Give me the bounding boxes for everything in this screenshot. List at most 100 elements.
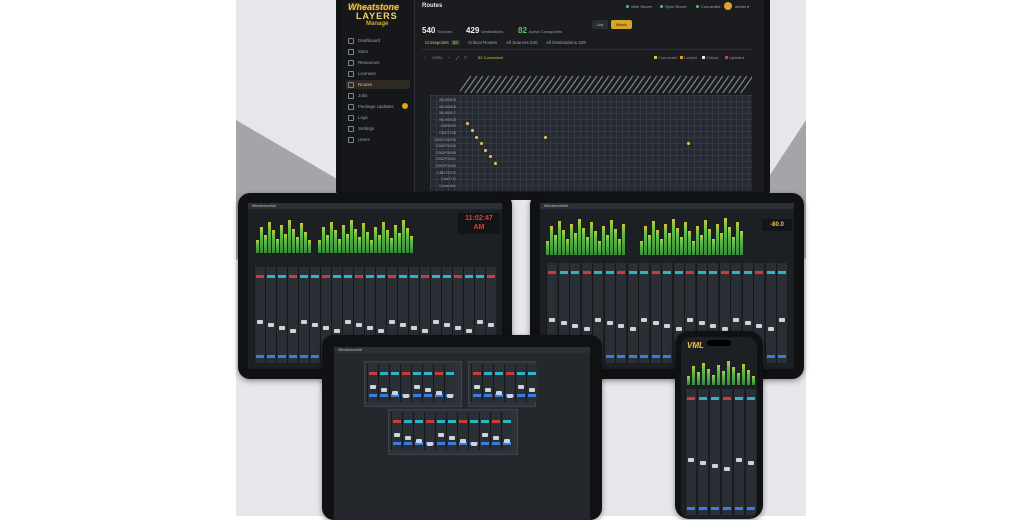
fader-knob[interactable] <box>425 387 431 392</box>
channel-button[interactable] <box>640 271 648 274</box>
channel-button[interactable] <box>481 420 489 423</box>
channel-button[interactable] <box>503 420 511 423</box>
channel-strip[interactable] <box>367 364 378 402</box>
sidebar-item-routes[interactable]: Routes <box>346 80 410 89</box>
matrix-row-label[interactable]: CBDTDTO <box>418 170 456 175</box>
channel-strip[interactable] <box>697 389 708 515</box>
channel-button[interactable] <box>495 372 503 375</box>
crosspoint-dot[interactable] <box>470 129 474 132</box>
channel-on-button[interactable] <box>687 507 695 510</box>
channel-on-button[interactable] <box>735 507 743 510</box>
channel-button[interactable] <box>355 275 363 278</box>
channel-button[interactable] <box>426 420 434 423</box>
fader-knob[interactable] <box>664 324 670 328</box>
channel-button[interactable] <box>432 275 440 278</box>
crosspoint-dot[interactable] <box>479 142 483 146</box>
channel-strip[interactable] <box>504 364 515 402</box>
channel-button[interactable] <box>300 275 308 278</box>
channel-button[interactable] <box>747 397 755 400</box>
status-web-server[interactable]: Web Server <box>626 4 652 9</box>
crosspoint-dot[interactable] <box>686 142 690 146</box>
channel-button[interactable] <box>322 275 330 278</box>
channel-strip[interactable] <box>265 267 276 363</box>
channel-button[interactable] <box>720 271 729 274</box>
channel-button[interactable] <box>711 397 719 400</box>
channel-on-button[interactable] <box>517 394 525 397</box>
fit-icon[interactable]: ⤢ <box>456 55 459 60</box>
fader-knob[interactable] <box>688 458 694 463</box>
fader-knob[interactable] <box>367 325 373 330</box>
channel-button[interactable] <box>369 372 377 375</box>
channel-button[interactable] <box>484 372 492 375</box>
channel-on-button[interactable] <box>256 355 264 358</box>
matrix-row-label[interactable]: CBDYNDPA <box>418 137 456 142</box>
channel-strip[interactable] <box>309 267 320 363</box>
fader-knob[interactable] <box>767 327 774 331</box>
channel-strip[interactable] <box>638 263 649 363</box>
channel-button[interactable] <box>415 420 423 423</box>
fader-knob[interactable] <box>471 441 477 446</box>
channel-button[interactable] <box>699 397 707 400</box>
matrix-row-label[interactable]: BL950D7 <box>418 110 456 115</box>
fader-knob[interactable] <box>652 321 659 325</box>
fader-knob[interactable] <box>279 325 285 330</box>
fader-knob[interactable] <box>488 322 494 327</box>
matrix-row-label[interactable]: CBDP000C <box>418 156 456 161</box>
channel-on-button[interactable] <box>484 394 492 397</box>
channel-on-button[interactable] <box>528 394 536 397</box>
channel-strip[interactable] <box>685 389 696 515</box>
fader-knob[interactable] <box>507 393 513 398</box>
channel-button[interactable] <box>465 275 473 278</box>
fader-knob[interactable] <box>449 435 455 440</box>
channel-strip[interactable] <box>482 364 493 402</box>
channel-on-button[interactable] <box>424 394 432 397</box>
channel-button[interactable] <box>446 372 454 375</box>
channel-button[interactable] <box>421 275 429 278</box>
fader-knob[interactable] <box>257 319 263 324</box>
channel-on-button[interactable] <box>747 507 755 510</box>
channel-button[interactable] <box>435 372 443 375</box>
channel-button[interactable] <box>459 420 467 423</box>
channel-button[interactable] <box>473 372 481 375</box>
channel-strip[interactable] <box>709 389 720 515</box>
channel-button[interactable] <box>393 420 401 423</box>
channel-strip[interactable] <box>391 412 402 450</box>
channel-button[interactable] <box>571 271 579 274</box>
channel-button[interactable] <box>687 397 695 400</box>
fader-knob[interactable] <box>466 328 472 333</box>
matrix-row-label[interactable]: CBDP000B <box>418 150 456 155</box>
channel-button[interactable] <box>424 372 432 375</box>
fader-knob[interactable] <box>748 461 754 466</box>
fader-knob[interactable] <box>290 328 296 333</box>
fader-knob[interactable] <box>356 322 362 327</box>
fader-knob[interactable] <box>394 432 400 437</box>
channel-button[interactable] <box>311 275 319 278</box>
channel-strip[interactable] <box>433 364 444 402</box>
sidebar-item-package-updates[interactable]: Package Updates <box>346 102 410 111</box>
channel-on-button[interactable] <box>481 442 489 445</box>
channel-button[interactable] <box>256 275 264 278</box>
view-matrix-button[interactable]: Matrix <box>611 20 632 29</box>
fader-knob[interactable] <box>422 328 428 333</box>
matrix-row-label[interactable]: CBDTLIB <box>418 130 456 135</box>
fader-knob[interactable] <box>438 432 444 437</box>
fader-knob[interactable] <box>504 438 510 443</box>
channel-on-button[interactable] <box>311 355 319 358</box>
channel-strip[interactable] <box>603 263 615 363</box>
channel-strip[interactable] <box>378 364 389 402</box>
channel-button[interactable] <box>594 271 602 274</box>
channel-button[interactable] <box>528 372 536 375</box>
channel-strip[interactable] <box>615 263 626 363</box>
fader-knob[interactable] <box>392 390 398 395</box>
channel-button[interactable] <box>437 420 445 423</box>
view-list-button[interactable]: List <box>592 20 609 29</box>
channel-strip[interactable] <box>298 267 309 363</box>
sidebar-item-settings[interactable]: Settings <box>346 124 410 133</box>
channel-on-button[interactable] <box>380 394 388 397</box>
channel-button[interactable] <box>743 271 752 274</box>
fader-knob[interactable] <box>436 390 442 395</box>
channel-on-button[interactable] <box>617 355 625 358</box>
fader-knob[interactable] <box>405 435 411 440</box>
matrix-row-label[interactable]: BL950D5 <box>418 97 456 102</box>
channel-button[interactable] <box>487 275 495 278</box>
